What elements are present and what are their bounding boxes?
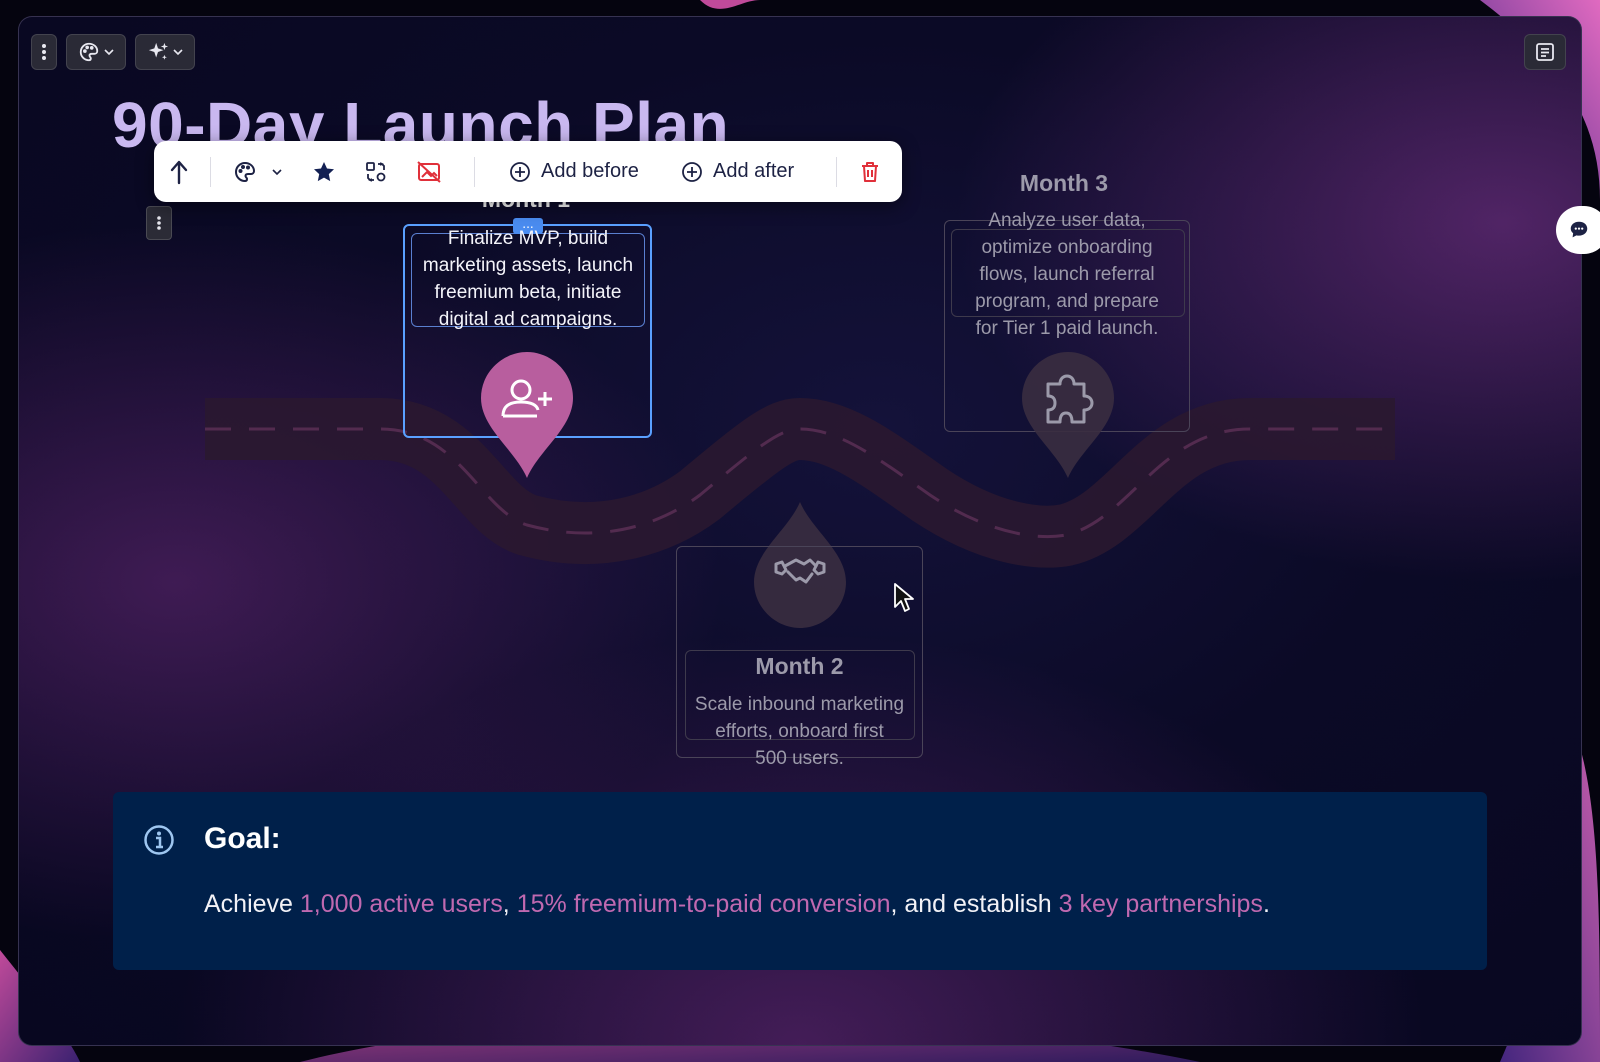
change-icon-button[interactable] <box>364 141 388 202</box>
month3-description[interactable]: Analyze user data, optimize onboarding f… <box>944 207 1190 342</box>
move-up-button[interactable] <box>168 141 190 202</box>
month1-line-3: freemium beta, initiate <box>434 282 622 303</box>
plus-circle-icon <box>682 161 702 182</box>
palette-icon <box>235 161 256 182</box>
add-before-label: Add before <box>541 160 639 182</box>
add-after-button[interactable]: Add after <box>681 141 794 202</box>
kebab-vertical-icon <box>157 216 161 230</box>
add-after-label: Add after <box>713 160 795 182</box>
add-before-button[interactable]: Add before <box>509 141 639 202</box>
star-icon <box>314 161 334 181</box>
goal-highlight-partnerships: 3 key partnerships <box>1058 890 1263 918</box>
goal-separator: , and establish <box>890 890 1059 918</box>
shapes-swap-icon <box>366 161 386 182</box>
month1-line-4: digital ad campaigns. <box>438 309 618 330</box>
chevron-down-icon <box>272 168 282 175</box>
month3-line-1: Analyze user data, <box>988 210 1146 231</box>
month2-line-2: efforts, onboard first <box>715 721 884 742</box>
goal-suffix: . <box>1262 890 1270 918</box>
arrow-up-turn-icon <box>170 160 188 184</box>
month3-line-5: for Tier 1 paid launch. <box>975 318 1159 339</box>
goal-text[interactable]: Achieve 1,000 active users, 15% freemium… <box>204 890 1270 919</box>
color-dropdown-button[interactable] <box>233 141 283 202</box>
month3-line-2: optimize onboarding <box>981 237 1153 258</box>
image-off-icon <box>417 160 441 183</box>
month2-line-3: 500 users. <box>755 748 844 769</box>
block-drag-handle[interactable] <box>146 206 172 240</box>
month1-description[interactable]: Finalize MVP, build marketing assets, la… <box>408 225 648 333</box>
month2-line-1: Scale inbound marketing <box>694 694 905 715</box>
month2-description[interactable]: Scale inbound marketing efforts, onboard… <box>676 691 923 772</box>
toolbar-divider <box>474 157 475 187</box>
goal-text-prefix: Achieve <box>204 890 300 918</box>
month3-line-4: program, and prepare <box>975 291 1159 312</box>
month3-pin <box>1022 352 1114 478</box>
mouse-cursor-icon <box>894 583 914 612</box>
month1-pin <box>481 352 573 478</box>
delete-button[interactable] <box>859 141 881 202</box>
month1-line-1: Finalize MVP, build <box>447 228 609 249</box>
goal-separator: , <box>502 890 517 918</box>
month3-title[interactable]: Month 3 <box>944 170 1184 197</box>
toolbar-divider <box>210 157 211 187</box>
goal-callout[interactable]: Goal: Achieve 1,000 active users, 15% fr… <box>113 792 1487 970</box>
goal-highlight-conversion: 15% freemium-to-paid conversion <box>516 890 891 918</box>
month2-title[interactable]: Month 2 <box>676 653 923 680</box>
goal-title[interactable]: Goal: <box>204 822 281 856</box>
block-context-toolbar: Add before Add after <box>154 141 902 202</box>
remove-image-button[interactable] <box>416 141 442 202</box>
month3-line-3: flows, launch referral <box>979 264 1155 285</box>
info-icon <box>144 825 174 855</box>
favorite-button[interactable] <box>312 141 336 202</box>
month1-line-2: marketing assets, launch <box>422 255 634 276</box>
trash-icon <box>862 161 878 182</box>
goal-highlight-users: 1,000 active users <box>299 890 503 918</box>
plus-circle-icon <box>510 161 530 182</box>
toolbar-divider <box>836 157 837 187</box>
